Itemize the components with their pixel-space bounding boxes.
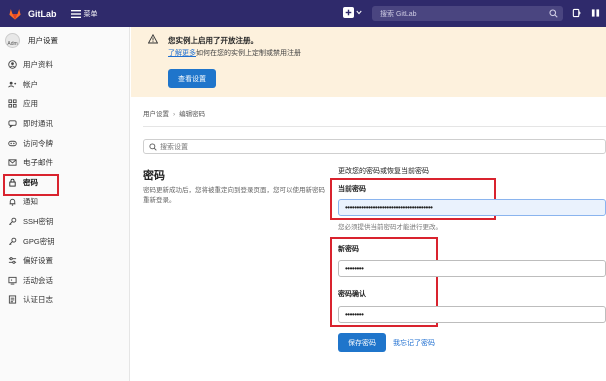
settings-sidebar: Adm 用户设置 用户资料 帐户 应用 即时通讯 访问令牌 电子邮件 密码 通知…	[0, 27, 130, 381]
lock-icon	[8, 178, 17, 187]
current-password-field[interactable]: ••••••••••••••••••••••••••••••••••••••	[338, 199, 606, 216]
sidebar-item-gpg-keys[interactable]: GPG密钥	[0, 231, 129, 251]
sidebar-item-notifications[interactable]: 通知	[0, 192, 129, 212]
gitlab-logo[interactable]: GitLab	[8, 7, 57, 21]
sidebar-nav: 用户资料 帐户 应用 即时通讯 访问令牌 电子邮件 密码 通知 SSH密钥 GP…	[0, 55, 129, 310]
sidebar-title: 用户设置	[28, 35, 58, 45]
divider	[143, 126, 606, 127]
sidebar-item-label: 电子邮件	[23, 158, 53, 168]
top-right-actions	[572, 8, 600, 18]
sidebar-item-chat[interactable]: 即时通讯	[0, 114, 129, 134]
top-navbar: GitLab 菜单 搜索 GitLab	[0, 0, 606, 27]
plus-icon	[343, 7, 354, 18]
preferences-icon	[8, 256, 17, 265]
banner-title: 您实例上启用了开放注册。	[168, 36, 258, 45]
sidebar-item-label: 认证日志	[23, 295, 53, 305]
mail-icon	[8, 158, 17, 167]
sidebar-item-label: 用户资料	[23, 60, 53, 70]
hamburger-icon	[70, 9, 81, 18]
sidebar-item-applications[interactable]: 应用	[0, 94, 129, 114]
sidebar-item-emails[interactable]: 电子邮件	[0, 153, 129, 173]
merge-requests-icon[interactable]	[572, 8, 581, 18]
breadcrumb: 用户设置 › 编辑密码	[143, 108, 205, 118]
new-password-field[interactable]: ••••••••	[338, 260, 606, 277]
search-icon	[549, 9, 558, 18]
forgot-password-link[interactable]: 我忘记了密码	[393, 338, 435, 348]
learn-more-link[interactable]: 了解更多	[168, 50, 196, 57]
sidebar-item-label: 活动会话	[23, 275, 53, 285]
sidebar-item-account[interactable]: 帐户	[0, 75, 129, 95]
sidebar-item-label: 帐户	[23, 79, 38, 89]
sidebar-item-label: SSH密钥	[23, 217, 54, 227]
new-password-label: 新密码	[338, 246, 359, 253]
global-search-input[interactable]: 搜索 GitLab	[372, 6, 563, 21]
menu-label: 菜单	[83, 10, 98, 18]
sidebar-item-password[interactable]: 密码	[0, 173, 129, 196]
save-password-button[interactable]: 保存密码	[338, 333, 386, 352]
breadcrumb-separator: ›	[173, 111, 176, 118]
confirm-password-field[interactable]: ••••••••	[338, 306, 606, 323]
account-icon	[8, 80, 17, 89]
sessions-icon	[8, 276, 17, 285]
search-icon	[149, 142, 157, 151]
section-description: 密码更新成功后，您将被重定向到登录页面，您可以使用新密码重新登录。	[143, 187, 325, 204]
sidebar-item-label: 访问令牌	[23, 138, 53, 148]
sidebar-item-label: 偏好设置	[23, 256, 53, 266]
view-settings-button[interactable]: 查看设置	[168, 69, 216, 88]
banner-description: 如何在您的实例上定制或禁用注册	[196, 50, 301, 57]
current-password-hint: 您必须提供当前密码才能进行更改。	[338, 224, 442, 231]
user-icon	[8, 60, 17, 70]
token-icon	[8, 139, 17, 148]
breadcrumb-current[interactable]: 编辑密码	[179, 111, 205, 118]
settings-search-input[interactable]: 搜索设置	[143, 139, 606, 154]
settings-search-placeholder: 搜索设置	[160, 143, 188, 151]
section-title: 密码	[143, 170, 165, 182]
chevron-down-icon	[356, 10, 362, 15]
issues-icon[interactable]	[591, 8, 600, 18]
sidebar-item-label: 应用	[23, 99, 38, 109]
tanuki-icon	[9, 8, 21, 20]
sidebar-item-label: GPG密钥	[23, 236, 55, 246]
applications-icon	[8, 99, 17, 109]
sidebar-item-preferences[interactable]: 偏好设置	[0, 251, 129, 271]
banner-text: 了解更多如何在您的实例上定制或禁用注册	[168, 48, 301, 58]
current-password-label: 当前密码	[338, 186, 366, 193]
sidebar-item-label: 密码	[23, 177, 38, 187]
bell-icon	[8, 197, 17, 207]
main-menu-button[interactable]: 菜单	[70, 9, 98, 19]
confirm-password-label: 密码确认	[338, 291, 366, 298]
log-icon	[8, 295, 17, 304]
sidebar-item-label: 即时通讯	[23, 119, 53, 129]
sidebar-item-auth-log[interactable]: 认证日志	[0, 290, 129, 310]
create-new-button[interactable]	[343, 7, 362, 18]
key-icon	[8, 237, 17, 246]
key-icon	[8, 217, 17, 226]
sidebar-item-profile[interactable]: 用户资料	[0, 55, 129, 75]
open-registration-banner: 您实例上启用了开放注册。 了解更多如何在您的实例上定制或禁用注册 查看设置	[131, 27, 606, 97]
sidebar-item-access-tokens[interactable]: 访问令牌	[0, 133, 129, 153]
search-placeholder: 搜索 GitLab	[380, 10, 417, 18]
sidebar-item-active-sessions[interactable]: 活动会话	[0, 271, 129, 291]
warning-icon	[148, 34, 158, 44]
breadcrumb-parent[interactable]: 用户设置	[143, 111, 169, 118]
avatar: Adm	[5, 32, 20, 48]
brand-name: GitLab	[28, 8, 57, 19]
chat-icon	[8, 119, 17, 129]
sidebar-header[interactable]: Adm 用户设置	[0, 27, 129, 53]
sidebar-item-ssh-keys[interactable]: SSH密钥	[0, 212, 129, 232]
sidebar-item-label: 通知	[23, 197, 38, 207]
form-heading: 更改您的密码或恢复当前密码	[338, 168, 429, 175]
